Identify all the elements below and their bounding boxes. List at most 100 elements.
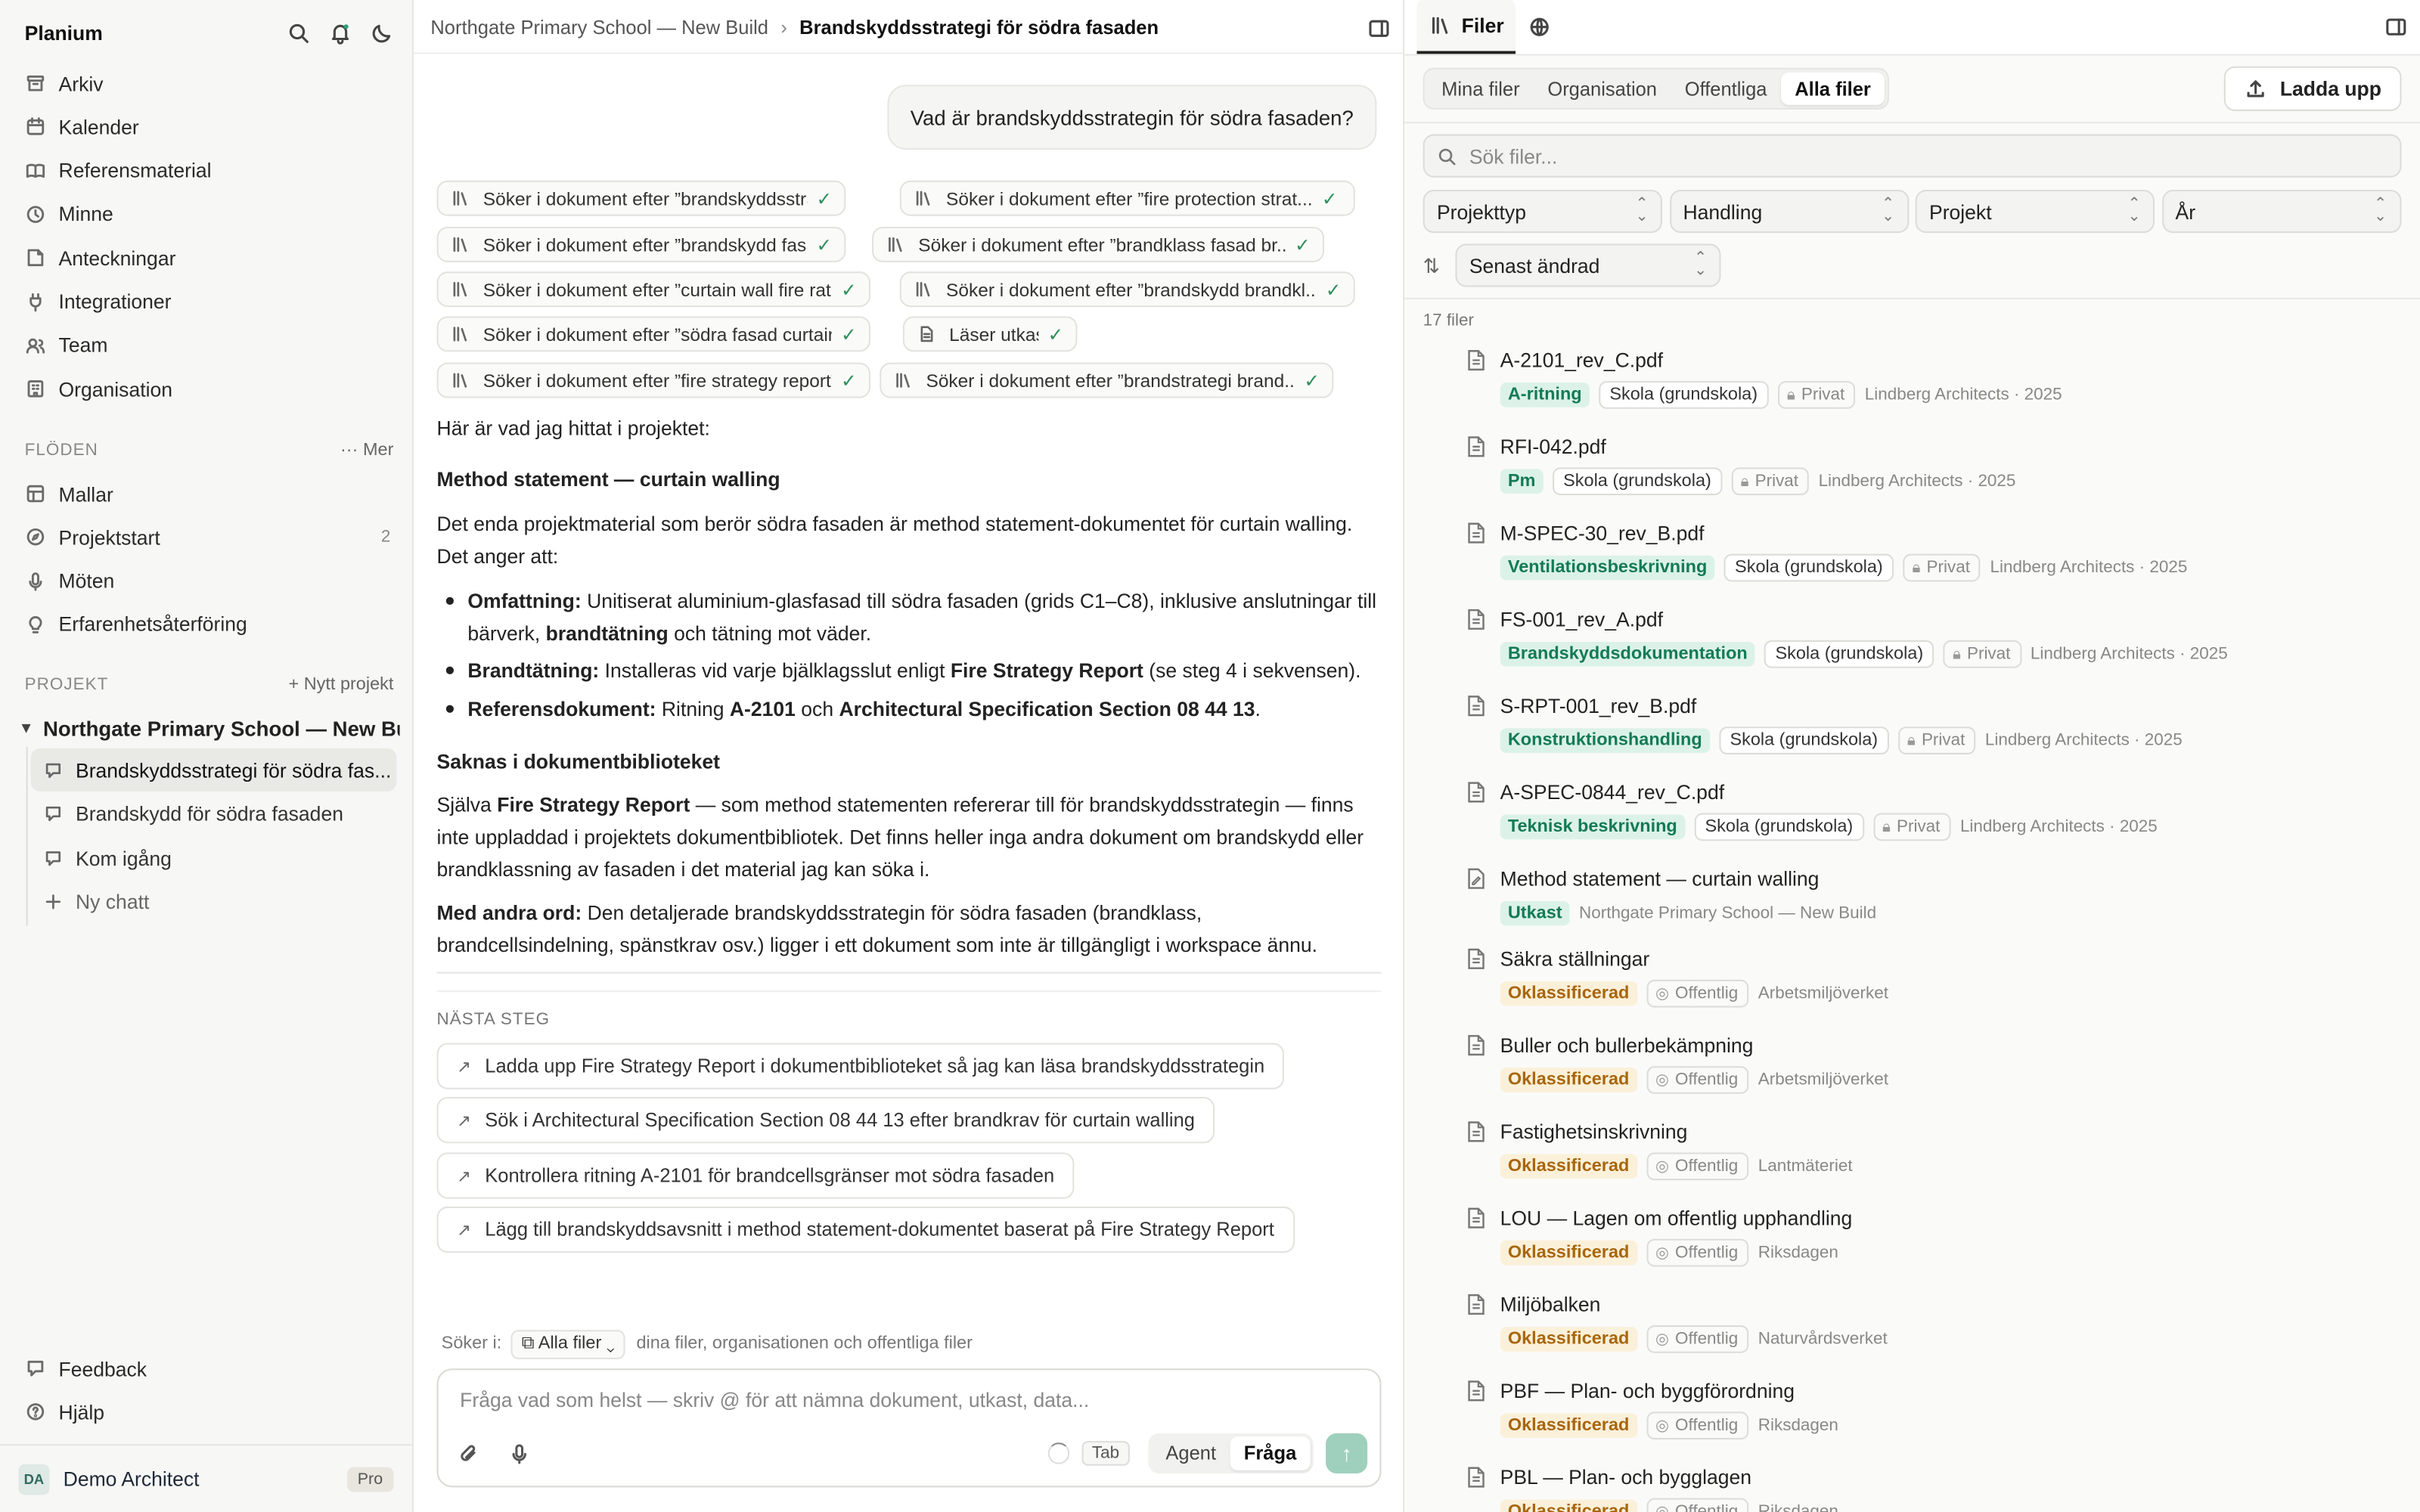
tool-call-pill[interactable]: Söker i dokument efter ”brandskydd fasad… [436, 226, 846, 262]
chat-item[interactable]: Brandskyddsstrategi för södra fas... [30, 748, 397, 792]
filter-select[interactable]: År ⌃ ⌄ [2161, 190, 2401, 234]
project-tree-item[interactable]: ▼ Northgate Primary School — New Bu... [12, 713, 399, 744]
segment-mina-filer[interactable]: Mina filer [1428, 73, 1534, 105]
file-name[interactable]: Buller och bullerbekämpning [1500, 1033, 1754, 1057]
tool-call-pill[interactable]: Söker i dokument efter ”brandklass fasad… [872, 226, 1325, 262]
scope-dropdown[interactable]: ⧉ Alla filer ⌄ [510, 1329, 626, 1359]
file-name[interactable]: A-SPEC-0844_rev_C.pdf [1500, 781, 1724, 804]
file-item[interactable]: Säkra ställningar Oklassificerad ◎ Offentli… [1466, 947, 2405, 1024]
paperclip-icon[interactable] [457, 1442, 480, 1465]
sidebar-item-projektstart[interactable]: Projektstart 2 [12, 517, 399, 557]
next-step-button[interactable]: ↗ Lägg till brandskyddsavsnitt i method s… [436, 1206, 1295, 1253]
sidebar-item-möten[interactable]: Möten [12, 561, 399, 601]
file-item[interactable]: Method statement — curtain walling Utkast… [1466, 867, 2405, 944]
send-button[interactable]: ↑ [1326, 1433, 1368, 1473]
tab-files[interactable]: Filer [1416, 0, 1517, 54]
tool-call-pill[interactable]: Söker i dokument efter ”curtain wall fir… [436, 271, 871, 308]
file-item[interactable]: M-SPEC-30_rev_B.pdf Ventilationsbeskrivni… [1466, 522, 2405, 599]
tool-call-label: Söker i dokument efter ”fire strategy re… [482, 369, 832, 392]
file-item[interactable]: Miljöbalken Oklassificerad ◎ Offentlig Natur… [1466, 1293, 2405, 1370]
file-name[interactable]: Method statement — curtain walling [1500, 867, 1820, 891]
file-name[interactable]: PBL — Plan- och bygglagen [1500, 1466, 1751, 1489]
tool-call-pill[interactable]: Läser utkast ✓ [902, 316, 1078, 352]
file-item[interactable]: S-RPT-001_rev_B.pdf Konstruktionshandling… [1466, 694, 2405, 771]
tool-call-pill[interactable]: Söker i dokument efter ”brandskydd brand… [899, 271, 1355, 308]
tool-call-pill[interactable]: Söker i dokument efter ”fire strategy re… [436, 362, 871, 398]
new-project-button[interactable]: + Nytt projekt [288, 676, 393, 694]
bullet-scope: Omfattning: Unitiserat aluminium-glasfas… [445, 584, 1378, 649]
file-meta: Oklassificerad ◎ Offentlig Lantmäteriet [1500, 1151, 1853, 1182]
file-item[interactable]: A-2101_rev_C.pdf A-ritning Skola (grundsko… [1466, 349, 2405, 426]
filter-select[interactable]: Projekttyp ⌃ ⌄ [1423, 190, 1662, 234]
moon-icon[interactable] [371, 21, 394, 45]
file-item[interactable]: Buller och bullerbekämpning Oklassificera… [1466, 1033, 2405, 1111]
chevron-down-icon[interactable]: ▼ [18, 720, 33, 736]
next-step-button[interactable]: ↗ Ladda upp Fire Strategy Report i dokume… [436, 1043, 1285, 1089]
file-item[interactable]: RFI-042.pdf Pm Skola (grundskola) 🔒︎ Privat L… [1466, 435, 2405, 513]
collapse-panel-icon[interactable] [2384, 15, 2408, 39]
help-link[interactable]: Hjälp [12, 1392, 399, 1432]
file-item[interactable]: FS-001_rev_A.pdf Brandskyddsdokumentation… [1466, 608, 2405, 685]
panel-toggle-icon[interactable] [1367, 16, 1391, 39]
file-name[interactable]: Säkra ställningar [1500, 947, 1650, 971]
file-item[interactable]: PBF — Plan- och byggförordning Oklassific… [1466, 1379, 2405, 1456]
sidebar-item-minne[interactable]: Minne [12, 194, 399, 234]
segment-alla-filer[interactable]: Alla filer [1780, 72, 1885, 105]
sidebar-item-erfarenhetsåterföring[interactable]: Erfarenhetsåterföring [12, 605, 399, 645]
filter-select[interactable]: Handling ⌃ ⌄ [1669, 190, 1909, 234]
flows-more-button[interactable]: ··· Mer [340, 442, 393, 460]
file-item[interactable]: Fastighetsinskrivning Oklassificerad ◎ Offe… [1466, 1120, 2405, 1198]
new-chat-button[interactable]: Ny chatt [31, 879, 397, 922]
tab-web[interactable] [1516, 0, 1574, 54]
next-step-button[interactable]: ↗ Kontrollera ritning A-2101 för brandcel… [436, 1152, 1075, 1199]
bell-icon[interactable] [329, 21, 352, 45]
sidebar-item-kalender[interactable]: Kalender [12, 107, 399, 147]
file-name[interactable]: Fastighetsinskrivning [1500, 1120, 1688, 1144]
file-meta: Oklassificerad ◎ Offentlig Arbetsmiljöverke… [1500, 978, 1888, 1009]
file-name[interactable]: M-SPEC-30_rev_B.pdf [1500, 522, 1705, 545]
file-name[interactable]: A-2101_rev_C.pdf [1500, 349, 1663, 372]
sort-select[interactable]: Senast ändrad ⌃ ⌄ [1455, 243, 1721, 287]
tool-call-pill[interactable]: Söker i dokument efter ”fire protection … [899, 180, 1355, 216]
user-menu[interactable]: DA Demo Architect Pro [0, 1444, 412, 1512]
sidebar-item-organisation[interactable]: Organisation [12, 369, 399, 409]
segment-offentliga[interactable]: Offentliga [1671, 73, 1780, 105]
segment-organisation[interactable]: Organisation [1534, 73, 1671, 105]
lock-icon: 🔒︎ [1952, 646, 1961, 663]
sidebar-item-team[interactable]: Team [12, 325, 399, 365]
tool-call-pill[interactable]: Söker i dokument efter ”brandskyddsstrat… [436, 180, 846, 216]
mic-icon[interactable] [507, 1442, 531, 1465]
search-icon[interactable] [287, 21, 311, 45]
sidebar-item-arkiv[interactable]: Arkiv [12, 64, 399, 104]
library-icon [451, 188, 471, 209]
chat-input[interactable] [460, 1388, 1355, 1412]
file-name[interactable]: FS-001_rev_A.pdf [1500, 608, 1663, 631]
project-type-chip: Skola (grundskola) [1694, 813, 1864, 841]
file-search-input[interactable] [1469, 144, 2334, 168]
feedback-link[interactable]: Feedback [12, 1349, 399, 1389]
file-name[interactable]: PBF — Plan- och byggförordning [1500, 1379, 1795, 1402]
chat-item[interactable]: Brandskydd för södra fasaden [31, 792, 397, 835]
next-step-button[interactable]: ↗ Sök i Architectural Specification Secti… [436, 1097, 1215, 1144]
file-name[interactable]: Miljöbalken [1500, 1293, 1601, 1316]
breadcrumb-project[interactable]: Northgate Primary School — New Build [430, 17, 768, 39]
mode-agent-button[interactable]: Agent [1152, 1436, 1230, 1470]
file-name[interactable]: RFI-042.pdf [1500, 435, 1606, 459]
tool-call-pill[interactable]: Söker i dokument efter ”södra fasad curt… [436, 316, 871, 352]
visibility-badge: 🔒︎ Privat [1903, 553, 1981, 582]
filter-select[interactable]: Projekt ⌃ ⌄ [1915, 190, 2155, 234]
sidebar-item-mallar[interactable]: Mallar [12, 474, 399, 514]
mode-ask-button[interactable]: Fråga [1230, 1436, 1311, 1470]
tool-call-pill[interactable]: Söker i dokument efter ”brandstrategi br… [880, 362, 1334, 398]
file-item[interactable]: A-SPEC-0844_rev_C.pdf Teknisk beskrivning… [1466, 781, 2405, 858]
chat-item[interactable]: Kom igång [31, 836, 397, 879]
file-item[interactable]: LOU — Lagen om offentlig upphandling Okla… [1466, 1207, 2405, 1284]
globe-icon: ◎ [1655, 1503, 1669, 1512]
upload-button[interactable]: Ladda upp [2224, 66, 2402, 111]
sidebar-item-anteckningar[interactable]: Anteckningar [12, 238, 399, 278]
file-name[interactable]: S-RPT-001_rev_B.pdf [1500, 694, 1697, 717]
file-item[interactable]: PBL — Plan- och bygglagen Oklassificerad ◎… [1466, 1466, 2405, 1512]
file-name[interactable]: LOU — Lagen om offentlig upphandling [1500, 1207, 1853, 1230]
sidebar-item-integrationer[interactable]: Integrationer [12, 281, 399, 321]
sidebar-item-referensmaterial[interactable]: Referensmaterial [12, 150, 399, 191]
